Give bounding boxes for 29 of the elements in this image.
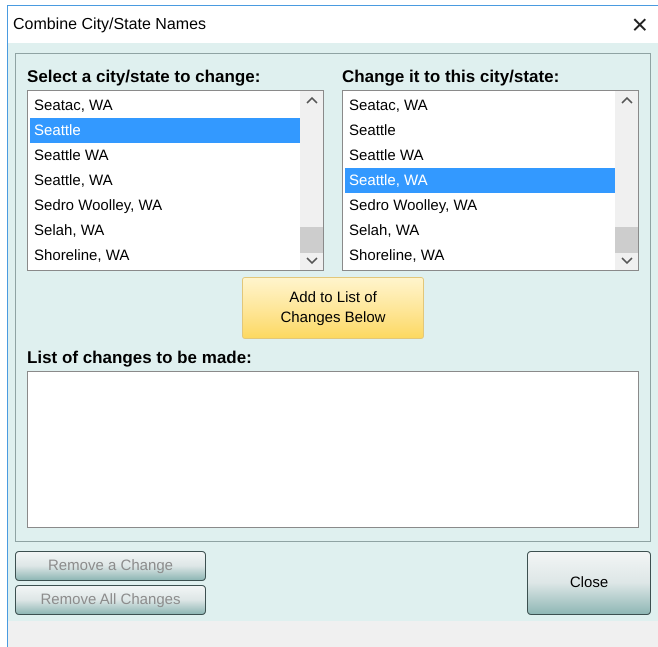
window-title: Combine City/State Names <box>13 14 206 34</box>
scroll-down-icon[interactable] <box>306 257 318 265</box>
list-item[interactable]: Seatac, WA <box>30 93 300 118</box>
city-list[interactable]: Seatac, WA Seattle Seattle WA Seattle, WA Sedro Woolley, WA Selah, WA Shoreline, WA <box>27 90 324 271</box>
list-item[interactable]: Sedro Woolley, WA <box>30 193 300 218</box>
city-list[interactable]: Seatac, WA Seattle Seattle WA Seattle, WA Sedro Woolley, WA Selah, WA Shoreline, WA <box>342 90 639 271</box>
scrollbar[interactable] <box>615 91 638 270</box>
changes-label: List of changes to be made: <box>27 347 253 369</box>
list-item[interactable]: Seattle <box>345 118 615 143</box>
close-button[interactable]: Close <box>527 551 651 615</box>
scroll-up-icon[interactable] <box>306 96 318 104</box>
list-item[interactable]: Sedro Woolley, WA <box>345 193 615 218</box>
list-label: Change it to this city/state: <box>342 66 560 88</box>
list-item[interactable]: Seattle, WA <box>30 168 300 193</box>
list-item[interactable]: Shoreline, WA <box>30 243 300 268</box>
list-item[interactable]: Seatac, WA <box>345 93 615 118</box>
scroll-up-icon[interactable] <box>620 96 632 104</box>
scrollbar[interactable] <box>300 91 323 270</box>
list-item[interactable]: Shoreline, WA <box>345 243 615 268</box>
scroll-thumb[interactable] <box>300 227 323 253</box>
list-label: Select a city/state to change: <box>27 66 262 88</box>
list-item[interactable]: Seattle WA <box>30 143 300 168</box>
changes-list[interactable] <box>27 371 639 528</box>
list-item[interactable]: Seattle WA <box>345 143 615 168</box>
list-item[interactable]: Selah, WA <box>345 218 615 243</box>
scroll-thumb[interactable] <box>615 227 638 253</box>
scroll-down-icon[interactable] <box>620 257 632 265</box>
list-item[interactable]: Selah, WA <box>30 218 300 243</box>
add-button[interactable]: Add to List of Changes Below <box>242 277 424 339</box>
